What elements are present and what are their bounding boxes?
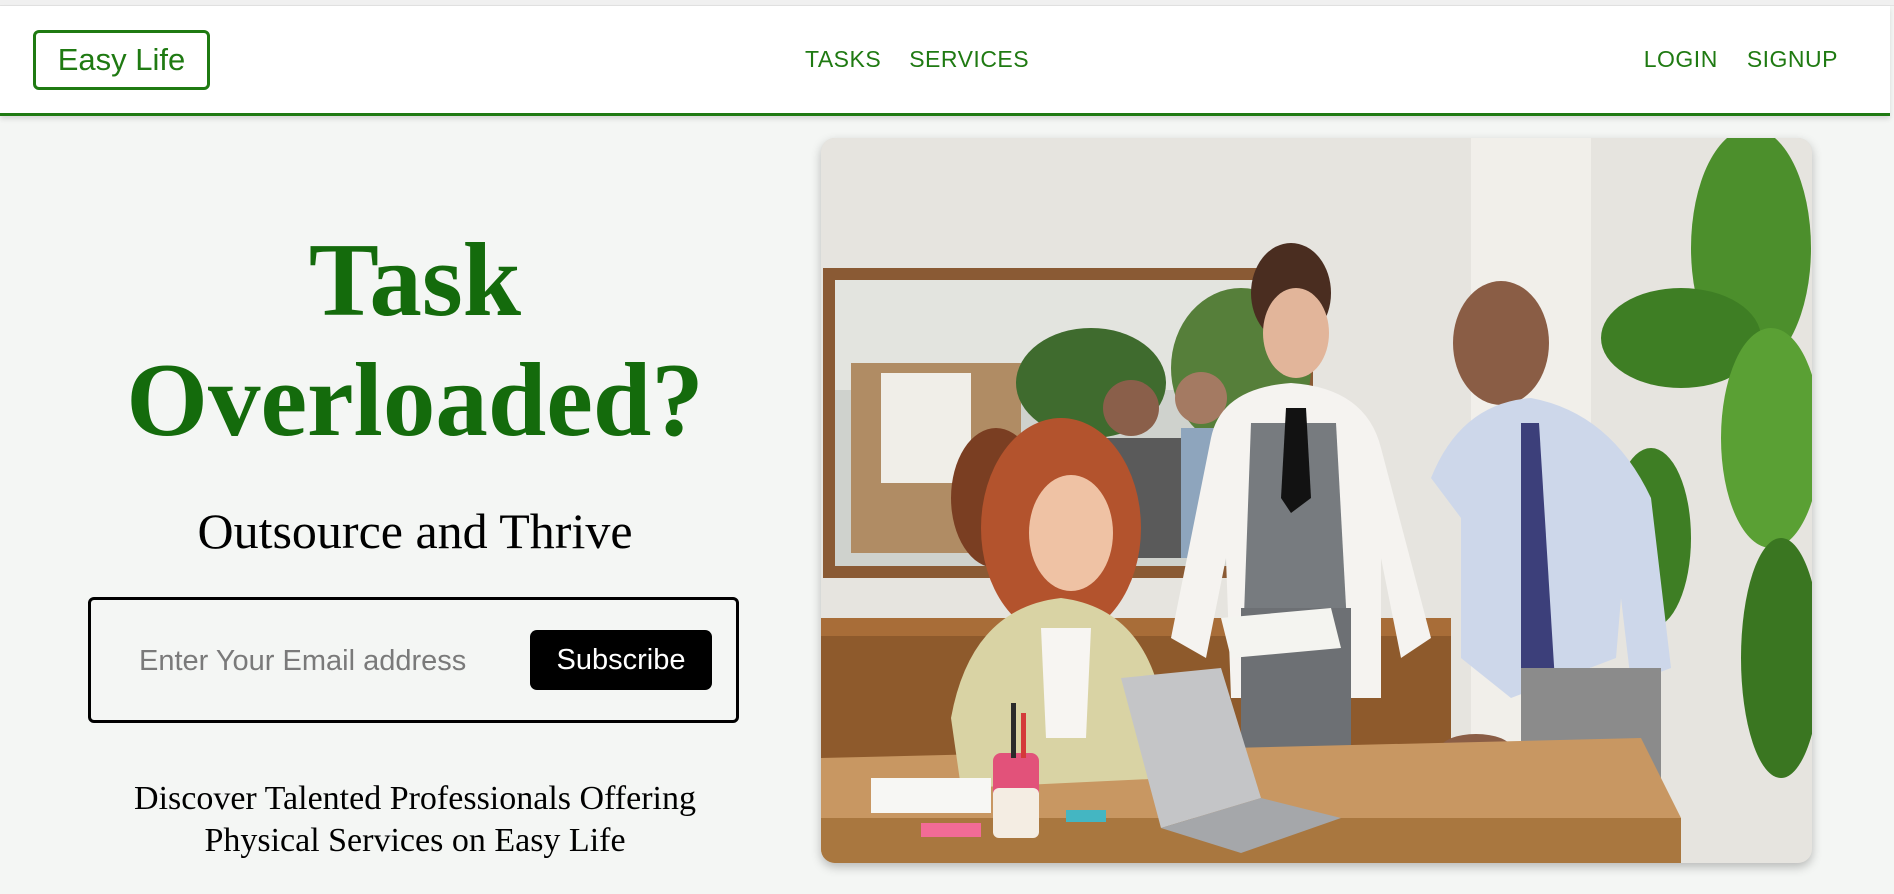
- main-nav: TASKS SERVICES: [805, 46, 1029, 73]
- nav-link-tasks[interactable]: TASKS: [805, 46, 881, 73]
- hero-subtitle: Outsource and Thrive: [197, 503, 633, 559]
- signup-link[interactable]: SIGNUP: [1747, 46, 1838, 73]
- subscribe-button[interactable]: Subscribe: [530, 630, 712, 690]
- login-link[interactable]: LOGIN: [1644, 46, 1718, 73]
- hero-tagline: Discover Talented Professionals Offering…: [70, 778, 760, 862]
- hero-title-line2: Overloaded?: [126, 341, 704, 458]
- nav-link-services[interactable]: SERVICES: [909, 46, 1029, 73]
- navbar: Easy Life TASKS SERVICES LOGIN SIGNUP: [0, 6, 1890, 116]
- hero-title-line1: Task: [308, 221, 522, 338]
- email-input[interactable]: [139, 638, 499, 684]
- auth-nav: LOGIN SIGNUP: [1644, 46, 1838, 73]
- subscribe-form: Subscribe: [88, 597, 739, 723]
- brand-logo-button[interactable]: Easy Life: [33, 30, 210, 90]
- hero-title: Task Overloaded?: [70, 220, 760, 460]
- tagline-line1: Discover Talented Professionals Offering: [134, 780, 696, 817]
- tagline-line2: Physical Services on Easy Life: [204, 822, 626, 859]
- hero-office-photo: [821, 138, 1812, 863]
